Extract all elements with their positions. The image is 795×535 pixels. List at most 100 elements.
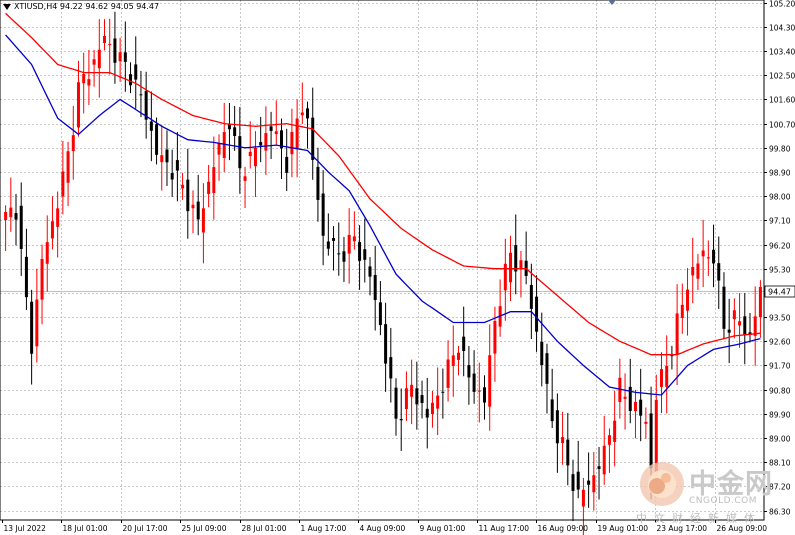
candle-body — [493, 321, 497, 354]
y-tick-label: 91.70 — [769, 362, 791, 371]
candle-body — [342, 251, 346, 262]
price-chart[interactable]: 105.20 104.30 103.40 102.50 101.60 100.70 99.8… — [0, 0, 795, 535]
candle-body — [61, 171, 65, 197]
candle-body — [4, 212, 8, 221]
y-tick-label: 105.20 — [769, 0, 795, 9]
y-tick-label: 92.60 — [769, 338, 791, 347]
y-tick-label: 90.80 — [769, 387, 791, 396]
candle-body — [732, 310, 736, 320]
candle-body — [717, 263, 721, 281]
candle-body — [66, 151, 70, 183]
candle-body — [233, 127, 237, 136]
candle-body — [196, 201, 200, 220]
candle-body — [92, 59, 96, 65]
candle-body — [561, 437, 565, 444]
candle-body — [753, 316, 757, 336]
candle-body — [758, 286, 762, 318]
symbol-label: XTIUSD,H4 94.22 94.62 94.05 94.47 — [14, 2, 160, 11]
y-tick-label: 98.00 — [769, 193, 791, 202]
candle-body — [243, 176, 247, 181]
candle-body — [483, 387, 487, 403]
x-tick-label: 4 Aug 09:00 — [360, 524, 406, 533]
candle-body — [389, 357, 393, 379]
candle-body — [155, 124, 159, 155]
y-tick-label: 95.30 — [769, 266, 791, 275]
candle-body — [175, 160, 179, 171]
candle-body — [45, 242, 49, 264]
candle-body — [149, 121, 153, 131]
candle-body — [607, 435, 611, 445]
candle-body — [227, 124, 231, 130]
candle-body — [696, 263, 700, 279]
y-tick-label: 96.20 — [769, 242, 791, 251]
candle-body — [639, 399, 643, 416]
x-tick-label: 1 Aug 17:00 — [301, 524, 347, 533]
y-tick-label: 101.60 — [769, 96, 795, 105]
candle-body — [238, 136, 242, 169]
candle-body — [680, 304, 684, 318]
x-tick-label: 11 Aug 17:00 — [479, 524, 530, 533]
candle-body — [373, 275, 377, 301]
candle-body — [118, 52, 122, 62]
candle-body — [425, 408, 429, 418]
y-tick-label: 97.10 — [769, 217, 791, 226]
candle-body — [264, 133, 268, 151]
candle-body — [613, 420, 617, 442]
candle-body — [555, 410, 559, 444]
candle-body — [597, 466, 601, 469]
candle-body — [462, 336, 466, 351]
candle-body — [566, 439, 570, 466]
candle-body — [467, 365, 471, 378]
candle-body — [602, 445, 606, 475]
candle-body — [358, 242, 362, 261]
candle-body — [186, 179, 190, 212]
candle-body — [623, 396, 627, 399]
current-price-tag: 94.47 — [764, 285, 795, 298]
y-tick-label: 93.50 — [769, 314, 791, 323]
candle-body — [404, 388, 408, 410]
candle-body — [332, 238, 336, 241]
candle-body — [97, 49, 101, 69]
candle-body — [410, 384, 414, 397]
candle-body — [50, 221, 54, 239]
candle-body — [436, 395, 440, 409]
candle-body — [529, 284, 533, 309]
candle-body — [123, 52, 127, 62]
candle-body — [514, 245, 518, 272]
candle-body — [488, 355, 492, 407]
candle-body — [456, 352, 460, 360]
candle-body — [259, 142, 263, 146]
candle-body — [56, 208, 60, 227]
candle-body — [571, 474, 575, 491]
candle-body — [274, 131, 278, 135]
candle-body — [108, 43, 112, 45]
candle-body — [545, 353, 549, 384]
candle-body — [509, 252, 513, 283]
candle-body — [129, 74, 133, 86]
candle-body — [35, 299, 39, 347]
x-tick-label: 25 Jul 09:00 — [182, 524, 227, 533]
candle-body — [587, 480, 591, 485]
candle-body — [368, 266, 372, 277]
candle-body — [378, 302, 382, 326]
candle-body — [363, 249, 367, 260]
candle-body — [9, 207, 13, 218]
chart-scroll-marker-icon[interactable] — [608, 0, 616, 5]
watermark-url: CNGOLD.COM — [689, 496, 758, 506]
candle-body — [659, 369, 663, 387]
candle-body — [477, 390, 481, 392]
candle-body — [207, 181, 211, 194]
candle-body — [394, 387, 398, 419]
candle-body — [384, 324, 388, 364]
candle-body — [540, 341, 544, 366]
candle-body — [420, 395, 424, 404]
candle-body — [722, 286, 726, 329]
candle-body — [82, 74, 86, 84]
y-tick-label: 100.70 — [769, 121, 795, 130]
symbol-dropdown-icon[interactable] — [3, 4, 11, 10]
candle-body — [290, 132, 294, 155]
candle-body — [451, 355, 455, 366]
y-tick-label: 102.50 — [769, 72, 795, 81]
candle-body — [139, 94, 143, 96]
candle-body — [535, 296, 539, 332]
